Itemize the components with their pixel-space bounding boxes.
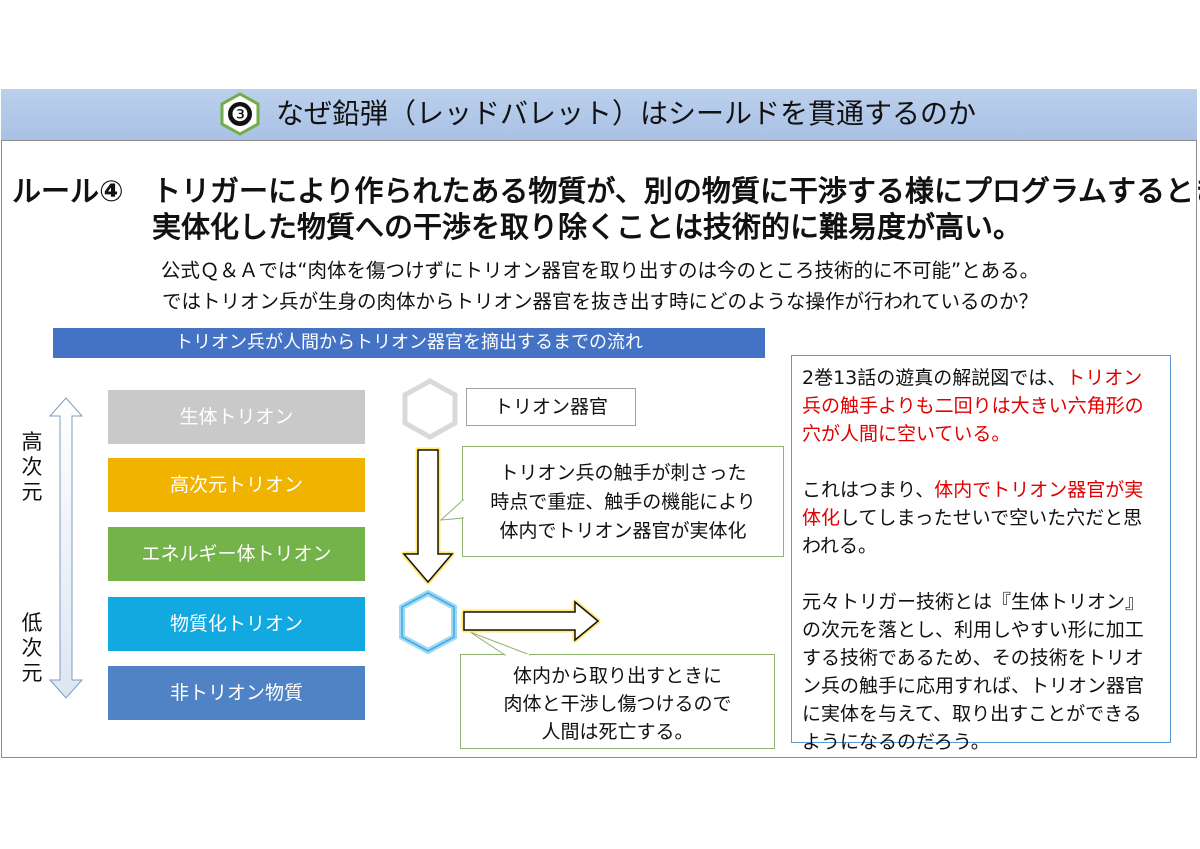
organ-hexagon-grey (402, 378, 458, 440)
axis-double-arrow (48, 397, 84, 699)
note-paragraph-2: これはつまり、体内でトリオン器官が実体化してしまったせいで空いた穴だと思われる。 (802, 479, 1144, 557)
explanation-note: 2巻13話の遊真の解説図では、トリオン兵の触手よりも二回りは大きい六角形の穴が人… (791, 355, 1171, 753)
callout-bottom-tail (469, 631, 531, 656)
callout-top-tail (439, 498, 464, 521)
organ-hexagon-blue (399, 589, 457, 655)
note-paragraph-1: 2巻13話の遊真の解説図では、トリオン兵の触手よりも二回りは大きい六角形の穴が人… (802, 367, 1144, 445)
note-paragraph-3: 元々トリガー技術とは『生体トリオン』の次元を落とし、利用しやすい形に加工する技術… (802, 591, 1145, 753)
